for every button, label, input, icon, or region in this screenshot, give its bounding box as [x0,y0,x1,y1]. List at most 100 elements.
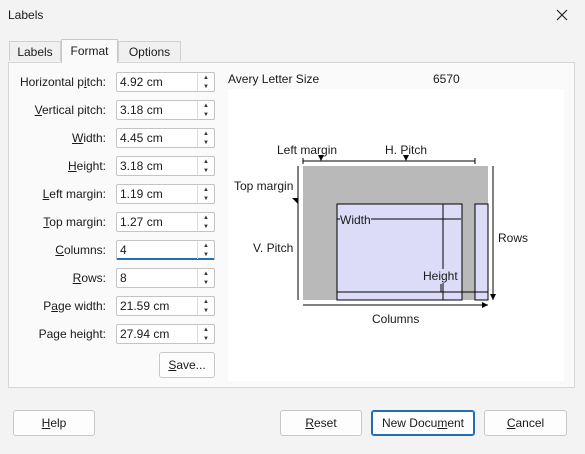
page-width-label-end: ge width: [57,299,106,313]
horizontal-pitch-label-end: tch: [86,75,106,89]
caption-left-margin: Left margin [277,143,338,157]
save-button[interactable]: Save... [159,352,215,378]
chevron-up-icon[interactable]: ▲ [198,185,214,194]
cancel-button[interactable]: Cancel [484,410,567,436]
chevron-up-icon[interactable]: ▲ [198,297,214,306]
page-width-spinbox[interactable]: 21.59 cm ▲ ▼ [116,296,215,316]
window-title: Labels [8,8,44,22]
chevron-up-icon[interactable]: ▲ [198,157,214,166]
page-width-value[interactable]: 21.59 cm [120,299,169,313]
page-width-label-mnemonic: a [51,299,58,313]
vertical-pitch-value[interactable]: 3.18 cm [120,103,163,117]
caption-rows: Rows [498,231,529,245]
label-preview: Left margin H. Pitch Top margin Width V.… [228,89,564,381]
chevron-down-icon[interactable]: ▼ [198,334,214,343]
columns-label: Columns: [55,243,106,257]
page-height-stepper[interactable]: ▲ ▼ [197,325,214,343]
left-margin-stepper[interactable]: ▲ ▼ [197,185,214,203]
chevron-up-icon[interactable]: ▲ [198,129,214,138]
rows-label-mnemonic: R [72,271,82,285]
width-stepper[interactable]: ▲ ▼ [197,129,214,147]
chevron-down-icon[interactable]: ▼ [198,306,214,315]
vertical-pitch-stepper[interactable]: ▲ ▼ [197,101,214,119]
columns-value[interactable]: 4 [120,243,127,257]
caption-top-margin: Top margin [234,179,294,193]
top-margin-stepper[interactable]: ▲ ▼ [197,213,214,231]
chevron-down-icon[interactable]: ▼ [198,222,214,231]
height-stepper[interactable]: ▲ ▼ [197,157,214,175]
chevron-down-icon[interactable]: ▼ [198,250,214,259]
width-value[interactable]: 4.45 cm [120,131,163,145]
chevron-down-icon[interactable]: ▼ [198,278,214,287]
caption-height: Height [423,269,458,283]
chevron-down-icon[interactable]: ▼ [198,166,214,175]
reset-label: eset [313,416,337,430]
page-height-value[interactable]: 27.94 cm [120,327,169,341]
chevron-up-icon[interactable]: ▲ [198,213,214,222]
caption-h-pitch: H. Pitch [385,143,428,157]
horizontal-pitch-value[interactable]: 4.92 cm [120,75,163,89]
rows-spinbox[interactable]: 8 ▲ ▼ [116,268,215,288]
tab-labels[interactable]: Labels [9,41,61,61]
label-type: 6570 [433,72,460,86]
width-spinbox[interactable]: 4.45 cm ▲ ▼ [116,128,215,148]
help-button[interactable]: Help [13,410,95,436]
help-label: elp [50,416,67,430]
columns-row: Columns: 4 ▲ ▼ [0,240,215,260]
height-spinbox[interactable]: 3.18 cm ▲ ▼ [116,156,215,176]
horizontal-pitch-label-start: Horizontal p [19,75,84,89]
new-document-label-start: New Docu [381,416,438,430]
tab-format-label: Format [70,44,109,58]
top-margin-value[interactable]: 1.27 cm [120,215,163,229]
chevron-up-icon[interactable]: ▲ [198,101,214,110]
left-margin-row: Left margin: 1.19 cm ▲ ▼ [0,184,215,204]
horizontal-pitch-spinbox[interactable]: 4.92 cm ▲ ▼ [116,72,215,92]
left-margin-label-end: eft margin: [49,187,106,201]
new-document-button[interactable]: New Document [371,410,475,436]
left-margin-spinbox[interactable]: 1.19 cm ▲ ▼ [116,184,215,204]
chevron-up-icon[interactable]: ▲ [198,73,214,82]
left-margin-value[interactable]: 1.19 cm [120,187,163,201]
page-width-stepper[interactable]: ▲ ▼ [197,297,214,315]
height-label-mnemonic: H [67,159,77,173]
rows-value[interactable]: 8 [120,271,127,285]
height-row: Height: 3.18 cm ▲ ▼ [0,156,215,176]
vertical-pitch-row: Vertical pitch: 3.18 cm ▲ ▼ [0,100,215,120]
tab-options[interactable]: Options [118,41,181,61]
chevron-down-icon[interactable]: ▼ [198,194,214,203]
page-width-label: Page width: [43,299,106,313]
rows-row: Rows: 8 ▲ ▼ [0,268,215,288]
tab-labels-label: Labels [17,45,53,59]
height-value[interactable]: 3.18 cm [120,159,163,173]
width-label-end: idth: [83,131,106,145]
brand-name: Avery Letter Size [228,72,320,86]
page-height-label-start: Pa [38,327,54,341]
chevron-up-icon[interactable]: ▲ [198,269,214,278]
columns-stepper[interactable]: ▲ ▼ [197,241,214,259]
reset-mnemonic: R [305,416,314,430]
close-button[interactable] [539,0,585,30]
vertical-pitch-spinbox[interactable]: 3.18 cm ▲ ▼ [116,100,215,120]
top-margin-spinbox[interactable]: 1.27 cm ▲ ▼ [116,212,215,232]
page-height-label-mnemonic: g [53,327,60,341]
close-icon [556,9,568,21]
chevron-down-icon[interactable]: ▼ [198,138,214,147]
page-height-label-end: e height: [59,327,106,341]
rows-stepper[interactable]: ▲ ▼ [197,269,214,287]
tab-format[interactable]: Format [61,39,118,63]
horizontal-pitch-stepper[interactable]: ▲ ▼ [197,73,214,91]
rows-label-end: ows: [81,271,106,285]
chevron-down-icon[interactable]: ▼ [198,110,214,119]
vertical-pitch-label-end: ertical pitch: [41,103,106,117]
reset-button[interactable]: Reset [280,410,362,436]
chevron-up-icon[interactable]: ▲ [198,325,214,334]
horizontal-pitch-label: Horizontal pitch: [20,75,106,89]
columns-label-end: olumns: [63,243,106,257]
chevron-up-icon[interactable]: ▲ [198,241,214,250]
columns-label-mnemonic: C [55,243,64,257]
label-shape-2 [474,203,489,301]
page-height-spinbox[interactable]: 27.94 cm ▲ ▼ [116,324,215,344]
columns-spinbox[interactable]: 4 ▲ ▼ [116,240,215,260]
chevron-down-icon[interactable]: ▼ [198,82,214,91]
top-margin-label-end: op margin: [49,215,106,229]
